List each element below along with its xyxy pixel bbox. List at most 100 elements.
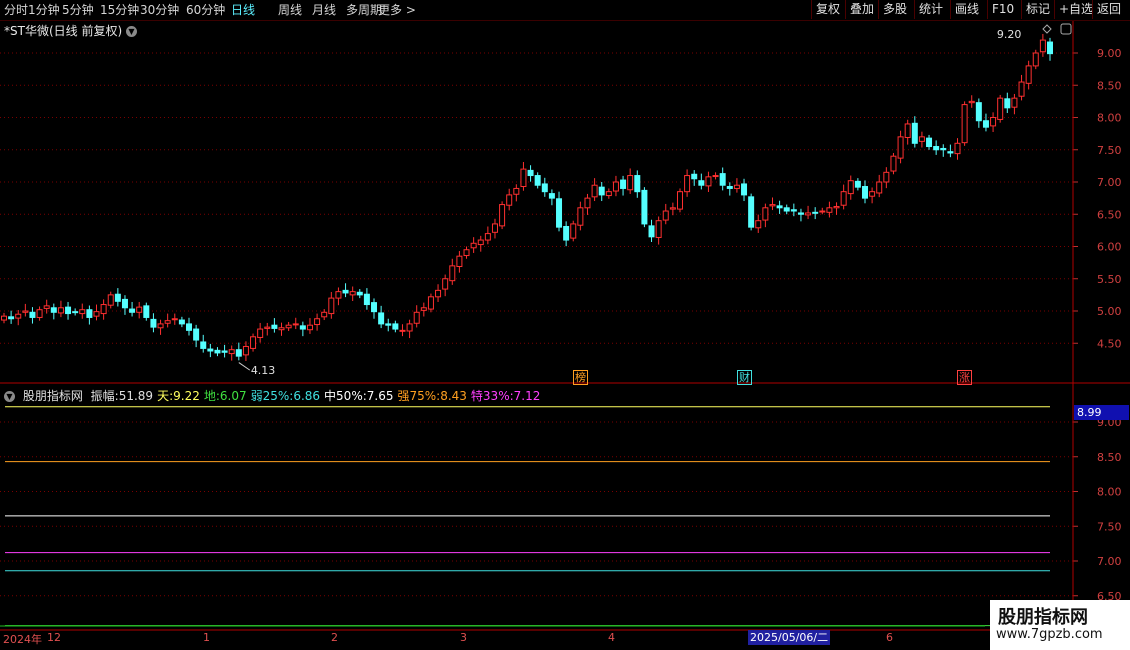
candle [556,191,563,232]
candle [648,219,655,242]
high-price-label: 9.20 [997,28,1022,41]
candle [997,94,1004,123]
chevron-down-icon[interactable]: ▼ [4,391,15,402]
period-tab-4[interactable]: 30分钟 [140,2,179,18]
toolbar-button-4[interactable]: 画线 [950,0,983,19]
candle [349,286,356,302]
candle [178,316,185,328]
event-tag-0[interactable]: 榜 [573,370,588,385]
candle [854,178,861,191]
event-tag-1[interactable]: 财 [737,370,752,385]
period-tab-10[interactable]: 更多 > [378,2,416,18]
period-tab-8[interactable]: 月线 [312,2,336,18]
candle [755,214,762,233]
event-tag-2[interactable]: 涨 [957,370,972,385]
candle [933,140,940,155]
candle [940,144,947,157]
candle [506,188,513,211]
candle [975,98,982,128]
candle [926,134,933,150]
candle [29,307,36,324]
candle [776,200,783,214]
candle [65,301,72,320]
candle [250,333,257,352]
candle [299,321,306,337]
toolbar-button-6[interactable]: +自选 [1054,0,1097,19]
toolbar-button-3[interactable]: 统计 [914,0,947,19]
price-tick-label-3: 7.50 [1097,144,1122,157]
indicator-tick-label-4: 7.00 [1097,555,1122,568]
candle [676,188,683,213]
candle [861,180,868,204]
candle [79,303,86,319]
toolbar-button-mark[interactable]: 标记 [1021,0,1054,19]
candle [819,207,826,215]
toolbar-button-7[interactable]: 返回 [1092,0,1125,19]
candle [954,138,961,160]
candle [733,178,740,193]
chevron-down-icon[interactable]: ▼ [125,26,137,37]
candle [150,313,157,333]
candle [719,167,726,191]
candle [8,310,15,324]
candle [477,235,484,252]
candle [413,305,420,328]
candle [669,202,676,216]
candle [328,291,335,319]
price-tick-label-9: 4.50 [1097,337,1122,350]
candle [22,303,29,317]
candle [883,167,890,189]
toolbar-button-0[interactable]: 复权 [811,0,844,19]
toolbar-button-1[interactable]: 叠加 [845,0,878,19]
candle [641,187,648,228]
last-price-box: 8.99 [1074,405,1129,420]
diamond-icon[interactable] [1042,24,1052,34]
candle [705,171,712,192]
candles-group: 9.20 4.13 [1,28,1053,377]
price-tick-label-0: 9.00 [1097,47,1122,60]
indicator-item-3: 弱25%:6.86 [250,389,321,403]
period-tab-5[interactable]: 60分钟 [186,2,225,18]
candle [605,188,612,199]
period-tab-7[interactable]: 周线 [278,2,302,18]
candle [684,169,691,197]
indicator-lines-group [5,406,1050,627]
price-tick-label-8: 5.00 [1097,305,1122,318]
candle [869,187,876,204]
candle [86,305,93,325]
candle [691,170,698,186]
period-tab-1[interactable]: 1分钟 [28,2,60,18]
candle [470,237,477,253]
toolbar-button-5[interactable]: F10 [987,0,1018,19]
indicator-item-1: 天:9.22 [157,389,200,403]
indicator-item-2: 地:6.07 [203,389,247,403]
candle [435,284,442,302]
candle [577,201,584,231]
period-tab-0[interactable]: 分时 [4,2,28,18]
period-tab-3[interactable]: 15分钟 [100,2,139,18]
candle [306,318,313,334]
indicator-name[interactable]: 股朋指标网 [23,389,83,403]
stock-title[interactable]: *ST华微(日线 前复权) ▼ [4,22,137,39]
period-tab-2[interactable]: 5分钟 [62,2,94,18]
candle [242,341,249,361]
candle [762,203,769,228]
candle [904,119,911,145]
indicator-values: 振幅:51.89 天:9.22 地:6.07 弱25%:6.86 中50%:7.65 强7… [91,389,545,403]
toolbar-button-2[interactable]: 多股 [878,0,911,19]
period-tab-6[interactable]: 日线 [231,2,255,18]
date-label-6: 6 [886,631,893,644]
candle [541,177,548,197]
candle [1004,92,1011,113]
candle [57,300,64,318]
indicator-tick-label-3: 7.50 [1097,520,1122,533]
candle [783,204,790,215]
candle [513,184,520,202]
period-tab-9[interactable]: 多周期 [346,2,382,18]
candle [584,193,591,215]
panel-toggle-icon[interactable] [1060,23,1072,35]
kline-chart-canvas[interactable]: 9.20 4.13 9.00 8.50 8.00 7.50 7.00 6.50 6.00 5.5… [0,0,1130,650]
candle [563,221,570,247]
candle [121,295,128,315]
candle [193,324,200,348]
